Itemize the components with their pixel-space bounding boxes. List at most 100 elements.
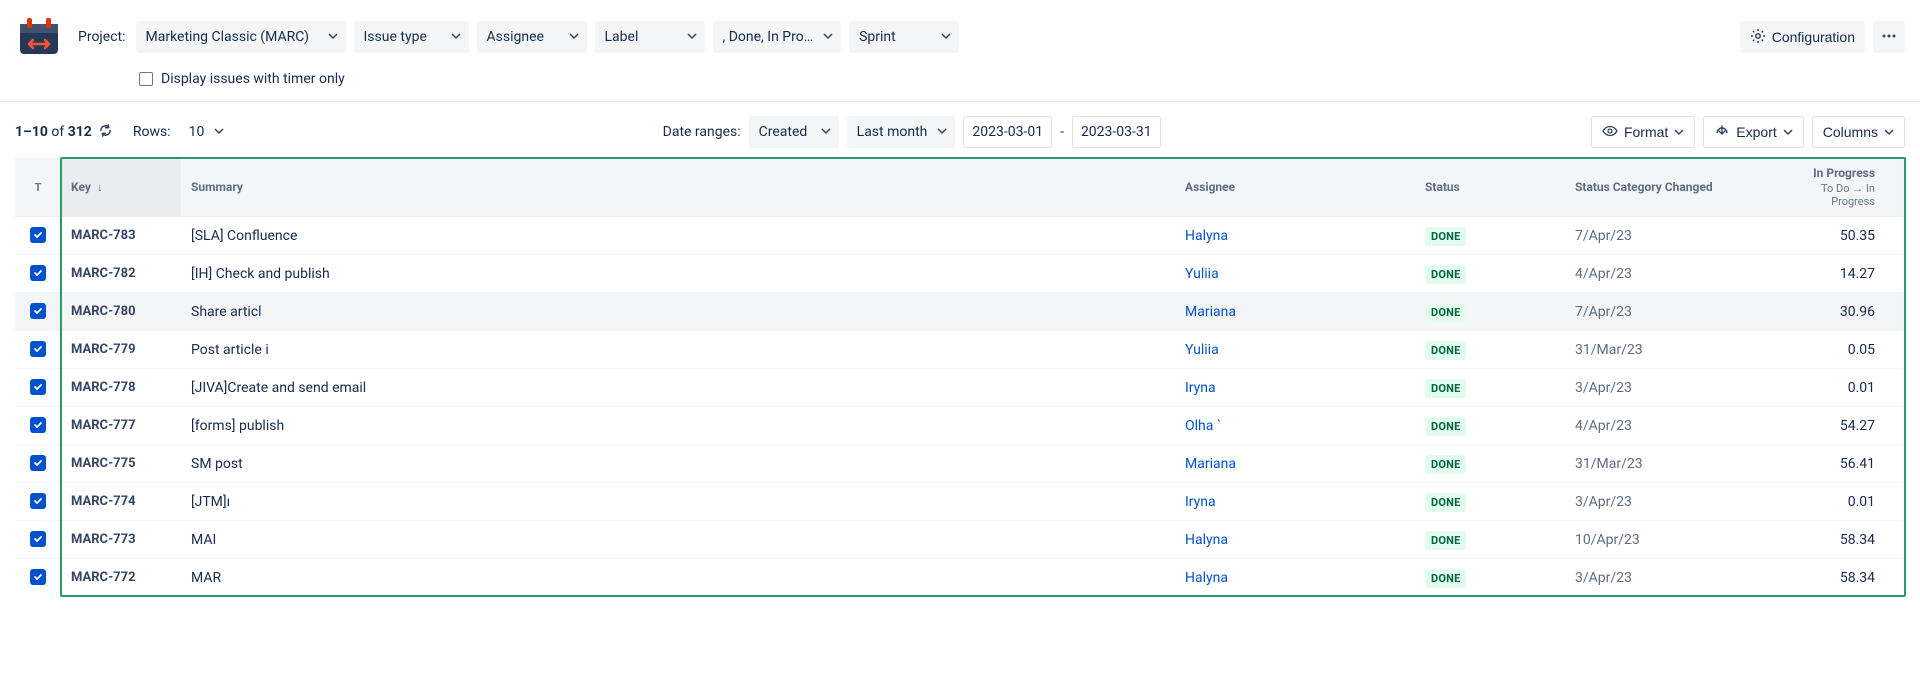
row-checkbox[interactable] [30,569,46,585]
assignee-link[interactable]: Halyna [1185,570,1228,586]
app-logo [15,13,63,61]
status-category-changed: 7/Apr/23 [1565,293,1765,331]
table-row[interactable]: MARC-774 [JTM]ı Iryna DONE 3/Apr/23 0.01 [15,483,1905,521]
sprint-dropdown[interactable]: Sprint [849,21,959,53]
row-checkbox[interactable] [30,303,46,319]
issue-key[interactable]: MARC-778 [61,369,181,407]
table-row[interactable]: MARC-779 Post article i Yuliia DONE 31/M… [15,331,1905,369]
label-dropdown[interactable]: Label [595,21,705,53]
rows-dropdown[interactable]: 10 [179,116,233,148]
issue-key[interactable]: MARC-775 [61,445,181,483]
project-dropdown[interactable]: Marketing Classic (MARC) [136,21,346,53]
assignee-link[interactable]: Iryna [1185,494,1216,510]
table-row[interactable]: MARC-773 MAI Halyna DONE 10/Apr/23 58.34 [15,521,1905,559]
in-progress-value: 54.27 [1765,407,1905,445]
table-row[interactable]: MARC-778 [JIVA]Create and send email Iry… [15,369,1905,407]
status-filter-dropdown[interactable]: , Done, In Pro… [713,21,842,53]
status-badge: DONE [1425,531,1466,550]
row-checkbox[interactable] [30,341,46,357]
assignee-link[interactable]: Mariana [1185,304,1236,320]
in-progress-value: 30.96 [1765,293,1905,331]
in-progress-value: 0.01 [1765,483,1905,521]
column-header-status[interactable]: Status [1415,158,1565,217]
row-checkbox[interactable] [30,227,46,243]
table-row[interactable]: MARC-783 [SLA] Confluence Halyna DONE 7/… [15,217,1905,255]
row-checkbox[interactable] [30,455,46,471]
assignee-link[interactable]: Iryna [1185,380,1216,396]
in-progress-value: 58.34 [1765,521,1905,559]
issue-key[interactable]: MARC-780 [61,293,181,331]
status-category-changed: 3/Apr/23 [1565,369,1765,407]
assignee-link[interactable]: Yuliia [1185,266,1219,282]
table-row[interactable]: MARC-772 MAR Halyna DONE 3/Apr/23 58.34 [15,559,1905,597]
issue-summary[interactable]: MAI [181,521,1175,559]
issue-summary[interactable]: [JIVA]Create and send email [181,369,1175,407]
eye-icon [1602,123,1618,142]
date-preset-dropdown[interactable]: Last month [847,116,956,148]
status-badge: DONE [1425,455,1466,474]
column-header-scc[interactable]: Status Category Changed [1565,158,1765,217]
chevron-down-icon [941,29,951,45]
assignee-dropdown[interactable]: Assignee [477,21,587,53]
issue-key[interactable]: MARC-774 [61,483,181,521]
status-category-changed: 4/Apr/23 [1565,255,1765,293]
columns-button[interactable]: Columns [1812,116,1905,148]
row-checkbox[interactable] [30,265,46,281]
issue-summary[interactable]: [IH] Check and publish [181,255,1175,293]
issue-summary[interactable]: [SLA] Confluence [181,217,1175,255]
dots-icon [1881,28,1897,47]
sprint-filter-label: Sprint [859,29,896,45]
issue-summary[interactable]: [forms] publish [181,407,1175,445]
format-button[interactable]: Format [1591,116,1695,148]
more-menu-button[interactable] [1873,21,1905,53]
issue-summary[interactable]: Share articl [181,293,1175,331]
table-row[interactable]: MARC-780 Share articl Mariana DONE 7/Apr… [15,293,1905,331]
issue-summary[interactable]: [JTM]ı [181,483,1175,521]
issue-summary[interactable]: Post article i [181,331,1175,369]
assignee-link[interactable]: Halyna [1185,228,1228,244]
table-row[interactable]: MARC-775 SM post Mariana DONE 31/Mar/23 … [15,445,1905,483]
column-header-inprogress[interactable]: In Progress To Do → In Progress [1765,158,1905,217]
issue-key[interactable]: MARC-773 [61,521,181,559]
assignee-link[interactable]: Halyna [1185,532,1228,548]
issue-key[interactable]: MARC-779 [61,331,181,369]
column-header-summary[interactable]: Summary [181,158,1175,217]
status-badge: DONE [1425,493,1466,512]
row-checkbox[interactable] [30,379,46,395]
page-total: 312 [68,124,92,140]
issue-type-dropdown[interactable]: Issue type [354,21,469,53]
table-row[interactable]: MARC-782 [IH] Check and publish Yuliia D… [15,255,1905,293]
column-header-assignee[interactable]: Assignee [1175,158,1415,217]
in-progress-value: 0.05 [1765,331,1905,369]
issue-key[interactable]: MARC-772 [61,559,181,597]
issue-summary[interactable]: MAR [181,559,1175,597]
date-to-input[interactable]: 2023-03-31 [1072,116,1161,148]
row-checkbox[interactable] [30,531,46,547]
issue-key[interactable]: MARC-782 [61,255,181,293]
status-badge: DONE [1425,379,1466,398]
assignee-link[interactable]: Yuliia [1185,342,1219,358]
status-category-changed: 10/Apr/23 [1565,521,1765,559]
refresh-icon[interactable] [98,123,113,142]
chevron-down-icon [451,29,461,45]
issue-summary[interactable]: SM post [181,445,1175,483]
export-button[interactable]: Export [1703,116,1803,148]
assignee-filter-label: Assignee [487,29,544,45]
configuration-button[interactable]: Configuration [1740,21,1865,53]
gear-icon [1750,28,1766,47]
assignee-link[interactable]: Mariana [1185,456,1236,472]
row-checkbox[interactable] [30,417,46,433]
status-category-changed: 3/Apr/23 [1565,483,1765,521]
timer-only-checkbox[interactable] [139,72,153,86]
assignee-link[interactable]: Olha ` [1185,418,1221,434]
column-header-key[interactable]: Key ↓ [61,158,181,217]
status-category-changed: 7/Apr/23 [1565,217,1765,255]
date-from-input[interactable]: 2023-03-01 [963,116,1052,148]
date-field-dropdown[interactable]: Created [749,116,839,148]
column-header-t[interactable]: T [15,158,61,217]
issue-key[interactable]: MARC-777 [61,407,181,445]
table-row[interactable]: MARC-777 [forms] publish Olha ` DONE 4/A… [15,407,1905,445]
rows-label: Rows: [133,124,171,140]
issue-key[interactable]: MARC-783 [61,217,181,255]
row-checkbox[interactable] [30,493,46,509]
